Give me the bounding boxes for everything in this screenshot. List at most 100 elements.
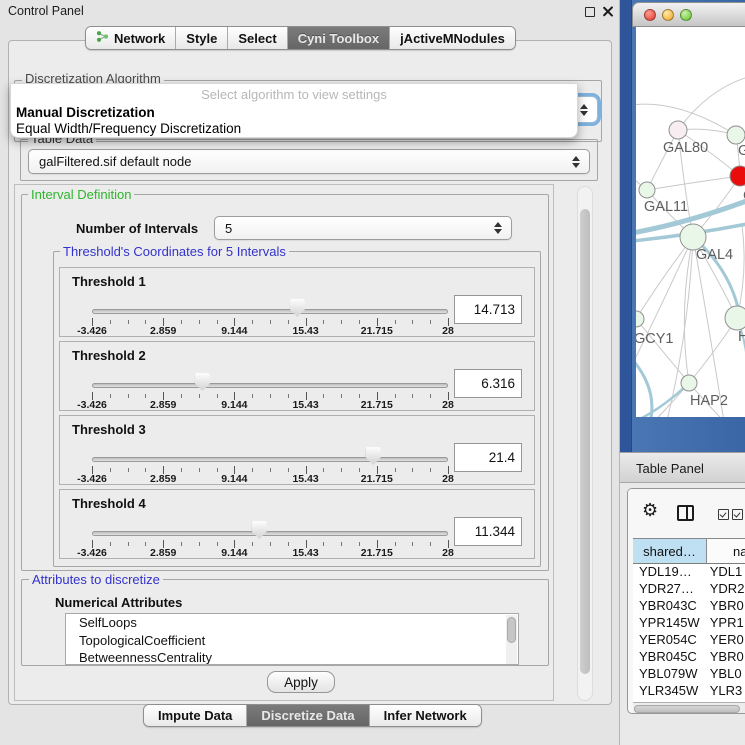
threshold-3-value-field[interactable]: 21.4: [454, 443, 522, 472]
attribute-list-item[interactable]: BetweennessCentrality: [66, 649, 518, 665]
table-body[interactable]: YDL19…YDL1YDR27…YDR2YBR043CYBR0YPR145WYP…: [633, 564, 745, 702]
table-row[interactable]: YBR043CYBR0: [633, 598, 745, 615]
attribute-list-item[interactable]: TopologicalCoefficient: [66, 632, 518, 650]
network-node-top-right-node[interactable]: [727, 126, 745, 144]
close-icon[interactable]: [602, 6, 613, 17]
tab-impute-data[interactable]: Impute Data: [144, 705, 247, 726]
network-window-titlebar[interactable]: [632, 2, 745, 27]
network-node-label: GAL11: [644, 199, 688, 215]
network-edge[interactable]: [636, 383, 689, 417]
network-edge[interactable]: [693, 237, 728, 417]
network-node-GAL11-node[interactable]: [639, 182, 655, 198]
checkbox-icon[interactable]: [732, 509, 743, 520]
table-row[interactable]: YER054CYER0: [633, 632, 745, 649]
table-data-combobox[interactable]: galFiltered.sif default node: [28, 149, 590, 174]
network-edge[interactable]: [647, 176, 740, 190]
network-node-label: HAP2: [690, 393, 728, 409]
threshold-1-label: Threshold 1: [72, 274, 146, 289]
settings-viewport: Interval Definition Number of Intervals …: [14, 184, 554, 701]
table-panel-titlebar[interactable]: Table Panel: [620, 452, 745, 483]
thresholds-group-label: Threshold's Coordinates for 5 Intervals: [60, 244, 289, 259]
apply-button[interactable]: Apply: [267, 671, 335, 693]
threshold-2-value-field[interactable]: 6.316: [454, 369, 522, 398]
threshold-1-slider-track[interactable]: [92, 309, 448, 314]
table-header: shared… na: [633, 538, 745, 564]
threshold-1-panel: Threshold 1 -3.4262.8599.14415.4321.7152…: [59, 267, 535, 337]
table-row[interactable]: YDL19…YDL1: [633, 564, 745, 581]
threshold-2-slider-handle[interactable]: [195, 373, 210, 391]
dropdown-option-equal-width[interactable]: Equal Width/Frequency Discretization: [16, 121, 241, 136]
tab-style[interactable]: Style: [176, 27, 228, 49]
tab-select[interactable]: Select: [228, 27, 287, 49]
threshold-4-slider-handle[interactable]: [252, 521, 267, 539]
checkbox-icon[interactable]: [718, 509, 729, 520]
attribute-list-item[interactable]: SelfLoops: [66, 614, 518, 632]
algorithm-dropdown-popup: Select algorithm to view settings Manual…: [10, 83, 578, 138]
network-node-label: GAL80: [663, 140, 708, 156]
network-node-label: H: [738, 329, 745, 345]
table-horizontal-scrollbar[interactable]: [633, 702, 745, 714]
dropdown-option-manual[interactable]: Manual Discretization: [16, 105, 155, 120]
network-node-label: GAL4: [696, 247, 733, 263]
table-row[interactable]: YPR145WYPR1: [633, 615, 745, 632]
table-hscroll-thumb[interactable]: [634, 705, 740, 713]
network-node-HAP2-node[interactable]: [681, 375, 697, 391]
threshold-4-slider-track[interactable]: [92, 531, 448, 536]
table-row[interactable]: YDR27…YDR2: [633, 581, 745, 598]
network-edge[interactable]: [647, 130, 678, 190]
split-table-icon[interactable]: [677, 505, 694, 521]
table-row[interactable]: YBR045CYBR0: [633, 649, 745, 666]
tab-discretize-data[interactable]: Discretize Data: [247, 705, 369, 726]
threshold-3-slider-handle[interactable]: [366, 447, 381, 465]
table-toolbar: ⚙: [628, 489, 745, 538]
control-panel: Control Panel Network Style Select Cyni …: [0, 0, 620, 745]
network-node-GAL80-node[interactable]: [669, 121, 687, 139]
network-node-GCY1-node[interactable]: [636, 311, 644, 327]
threshold-4-panel: Threshold 4 -3.4262.8599.14415.4321.7152…: [59, 489, 535, 559]
threshold-3-slider-track[interactable]: [92, 457, 448, 462]
slider-tick-labels: -3.4262.8599.14415.4321.71528: [92, 547, 448, 559]
slider-tick-labels: -3.4262.8599.14415.4321.71528: [92, 325, 448, 337]
tab-cyni-toolbox[interactable]: Cyni Toolbox: [288, 27, 390, 49]
combo-stepper-icon: [494, 222, 502, 234]
right-pane: GAL80GACGAL11GAL4GCY1HHAP2 Table Panel ⚙…: [620, 0, 745, 745]
attributes-list-scrollbar[interactable]: [506, 615, 517, 665]
number-of-intervals-combobox[interactable]: 5: [214, 216, 512, 240]
threshold-4-value-field[interactable]: 11.344: [454, 517, 522, 546]
dropdown-hint: Select algorithm to view settings: [11, 87, 577, 102]
slider-tick-labels: -3.4262.8599.14415.4321.71528: [92, 399, 448, 411]
gear-icon[interactable]: ⚙: [642, 502, 658, 520]
threshold-3-panel: Threshold 3 -3.4262.8599.14415.4321.7152…: [59, 415, 535, 485]
control-panel-titlebar: Control Panel: [0, 0, 620, 22]
tab-network[interactable]: Network: [86, 27, 176, 49]
panel-scrollbar[interactable]: [577, 186, 593, 701]
tab-infer-network[interactable]: Infer Network: [370, 705, 481, 726]
table-row[interactable]: YLR345WYLR3: [633, 683, 745, 700]
network-view-window: GAL80GACGAL11GAL4GCY1HHAP2: [631, 0, 745, 452]
cyni-mode-tabs: Impute Data Discretize Data Infer Networ…: [143, 704, 482, 727]
close-traffic-light-icon[interactable]: [644, 9, 656, 21]
column-header-name[interactable]: na: [707, 539, 745, 563]
network-edge[interactable]: [636, 359, 652, 417]
panel-title: Control Panel: [8, 4, 84, 18]
tab-jactivemnodules[interactable]: jActiveMNodules: [390, 27, 515, 49]
table-row[interactable]: YBL079WYBL0: [633, 666, 745, 683]
numerical-attributes-list[interactable]: SelfLoopsTopologicalCoefficientBetweenne…: [65, 613, 519, 665]
network-canvas[interactable]: GAL80GACGAL11GAL4GCY1HHAP2: [636, 27, 745, 417]
table-panel-window: ⚙ shared… na YDL19…YDL1YDR27…YDR2YBR043C…: [627, 488, 745, 714]
column-header-shared-name[interactable]: shared…: [633, 539, 707, 563]
network-node-red-node[interactable]: [730, 166, 745, 186]
float-icon[interactable]: [585, 7, 595, 17]
threshold-1-value-field[interactable]: 14.713: [454, 295, 522, 324]
network-node-H-node[interactable]: [725, 306, 745, 330]
cytoscape-desktop: GAL80GACGAL11GAL4GCY1HHAP2: [620, 0, 745, 452]
control-panel-tabs: Network Style Select Cyni Toolbox jActiv…: [85, 26, 516, 50]
combo-stepper-icon: [572, 156, 580, 168]
minimize-traffic-light-icon[interactable]: [662, 9, 674, 21]
interval-definition-label: Interval Definition: [28, 187, 134, 202]
panel-scrollbar-thumb[interactable]: [580, 209, 590, 674]
threshold-1-slider-handle[interactable]: [290, 299, 305, 317]
zoom-traffic-light-icon[interactable]: [680, 9, 692, 21]
threshold-2-slider-track[interactable]: [92, 383, 448, 388]
network-edge[interactable]: [678, 77, 745, 130]
